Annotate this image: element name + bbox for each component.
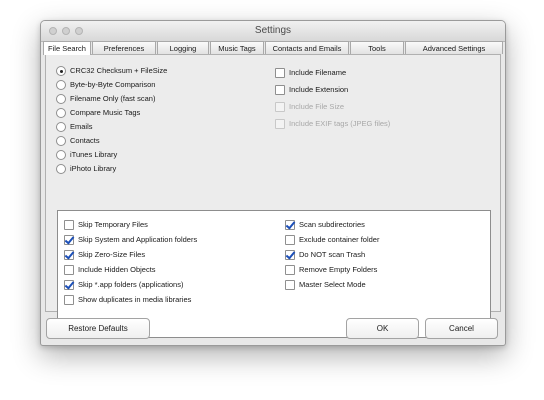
tab-music-tags[interactable]: Music Tags [210, 41, 264, 54]
checkbox-label: Include File Size [289, 102, 345, 111]
checkbox[interactable] [285, 235, 295, 245]
radio-button[interactable] [56, 136, 66, 146]
checkbox-scan-subdirectories[interactable]: Scan subdirectories [285, 219, 485, 231]
checkbox-label: Skip Temporary Files [78, 220, 148, 229]
checkbox-disabled [275, 119, 285, 129]
checkbox-disabled [275, 102, 285, 112]
checkbox-include-hidden-objects[interactable]: Include Hidden Objects [64, 264, 274, 276]
radio-button-selected[interactable] [56, 66, 66, 76]
checkbox-skip-system-folders[interactable]: Skip System and Application folders [64, 234, 274, 246]
cancel-button[interactable]: Cancel [425, 318, 498, 339]
tab-tools[interactable]: Tools [350, 41, 404, 54]
checkbox-checked[interactable] [285, 250, 295, 260]
checkbox-checked[interactable] [64, 235, 74, 245]
tab-contacts-and-emails[interactable]: Contacts and Emails [265, 41, 349, 54]
checkbox[interactable] [275, 68, 285, 78]
radio-button[interactable] [56, 94, 66, 104]
checkbox-label: Include Hidden Objects [78, 265, 156, 274]
tab-bar: File Search Preferences Logging Music Ta… [43, 41, 503, 55]
radio-label: Contacts [70, 136, 100, 145]
checkbox[interactable] [64, 265, 74, 275]
radio-itunes-library[interactable]: iTunes Library [56, 149, 256, 161]
checkbox-label: Include EXIF tags (JPEG files) [289, 119, 391, 128]
radio-contacts[interactable]: Contacts [56, 135, 256, 147]
radio-label: Filename Only (fast scan) [70, 94, 156, 103]
radio-compare-music-tags[interactable]: Compare Music Tags [56, 107, 256, 119]
checkbox-exclude-container-folder[interactable]: Exclude container folder [285, 234, 485, 246]
checkbox-label: Scan subdirectories [299, 220, 365, 229]
radio-label: Byte-by-Byte Comparison [70, 80, 156, 89]
radio-emails[interactable]: Emails [56, 121, 256, 133]
checkbox-checked[interactable] [285, 220, 295, 230]
checkbox-label: Do NOT scan Trash [299, 250, 366, 259]
checkbox-do-not-scan-trash[interactable]: Do NOT scan Trash [285, 249, 485, 261]
window-title: Settings [254, 25, 292, 36]
checkbox-label: Show duplicates in media libraries [78, 295, 192, 304]
title-bar[interactable]: Settings [41, 21, 505, 42]
checkbox[interactable] [285, 280, 295, 290]
checkbox-label: Include Extension [289, 85, 349, 94]
checkbox-checked[interactable] [64, 280, 74, 290]
radio-button[interactable] [56, 164, 66, 174]
checkbox-remove-empty-folders[interactable]: Remove Empty Folders [285, 264, 485, 276]
checkbox[interactable] [64, 295, 74, 305]
checkbox-include-filename[interactable]: Include Filename [275, 67, 475, 79]
checkbox-label: Skip *.app folders (applications) [78, 280, 184, 289]
radio-crc32-filesize[interactable]: CRC32 Checksum + FileSize [56, 65, 256, 77]
settings-window: Settings File Search Preferences Logging… [40, 20, 506, 346]
radio-button[interactable] [56, 108, 66, 118]
file-search-pane: CRC32 Checksum + FileSize Byte-by-Byte C… [45, 54, 501, 338]
radio-filename-only[interactable]: Filename Only (fast scan) [56, 93, 256, 105]
radio-label: CRC32 Checksum + FileSize [70, 66, 168, 75]
checkbox-include-exif-tags: Include EXIF tags (JPEG files) [275, 118, 475, 130]
tab-preferences[interactable]: Preferences [92, 41, 156, 54]
checkbox-include-extension[interactable]: Include Extension [275, 84, 475, 96]
checkbox-checked[interactable] [64, 250, 74, 260]
checkbox[interactable] [285, 265, 295, 275]
radio-iphoto-library[interactable]: iPhoto Library [56, 163, 256, 175]
checkbox-label: Remove Empty Folders [299, 265, 378, 274]
checkbox-label: Skip System and Application folders [78, 235, 198, 244]
radio-button[interactable] [56, 80, 66, 90]
checkbox[interactable] [275, 85, 285, 95]
checkbox-label: Include Filename [289, 68, 347, 77]
radio-label: Emails [70, 122, 93, 131]
tab-file-search[interactable]: File Search [43, 41, 91, 55]
radio-label: iTunes Library [70, 150, 118, 159]
checkbox-skip-temporary-files[interactable]: Skip Temporary Files [64, 219, 274, 231]
checkbox-skip-app-folders[interactable]: Skip *.app folders (applications) [64, 279, 274, 291]
checkbox-label: Master Select Mode [299, 280, 366, 289]
radio-label: iPhoto Library [70, 164, 117, 173]
checkbox[interactable] [64, 220, 74, 230]
checkbox-skip-zero-size-files[interactable]: Skip Zero-Size Files [64, 249, 274, 261]
radio-button[interactable] [56, 150, 66, 160]
tab-logging[interactable]: Logging [157, 41, 209, 54]
checkbox-label: Skip Zero-Size Files [78, 250, 146, 259]
checkbox-label: Exclude container folder [299, 235, 380, 244]
radio-button[interactable] [56, 122, 66, 132]
tab-advanced-settings[interactable]: Advanced Settings [405, 41, 503, 54]
checkbox-master-select-mode[interactable]: Master Select Mode [285, 279, 485, 291]
ok-button[interactable]: OK [346, 318, 419, 339]
radio-byte-by-byte[interactable]: Byte-by-Byte Comparison [56, 79, 256, 91]
checkbox-show-duplicates-media[interactable]: Show duplicates in media libraries [64, 294, 274, 306]
radio-label: Compare Music Tags [70, 108, 141, 117]
checkbox-include-file-size: Include File Size [275, 101, 475, 113]
restore-defaults-button[interactable]: Restore Defaults [46, 318, 150, 339]
